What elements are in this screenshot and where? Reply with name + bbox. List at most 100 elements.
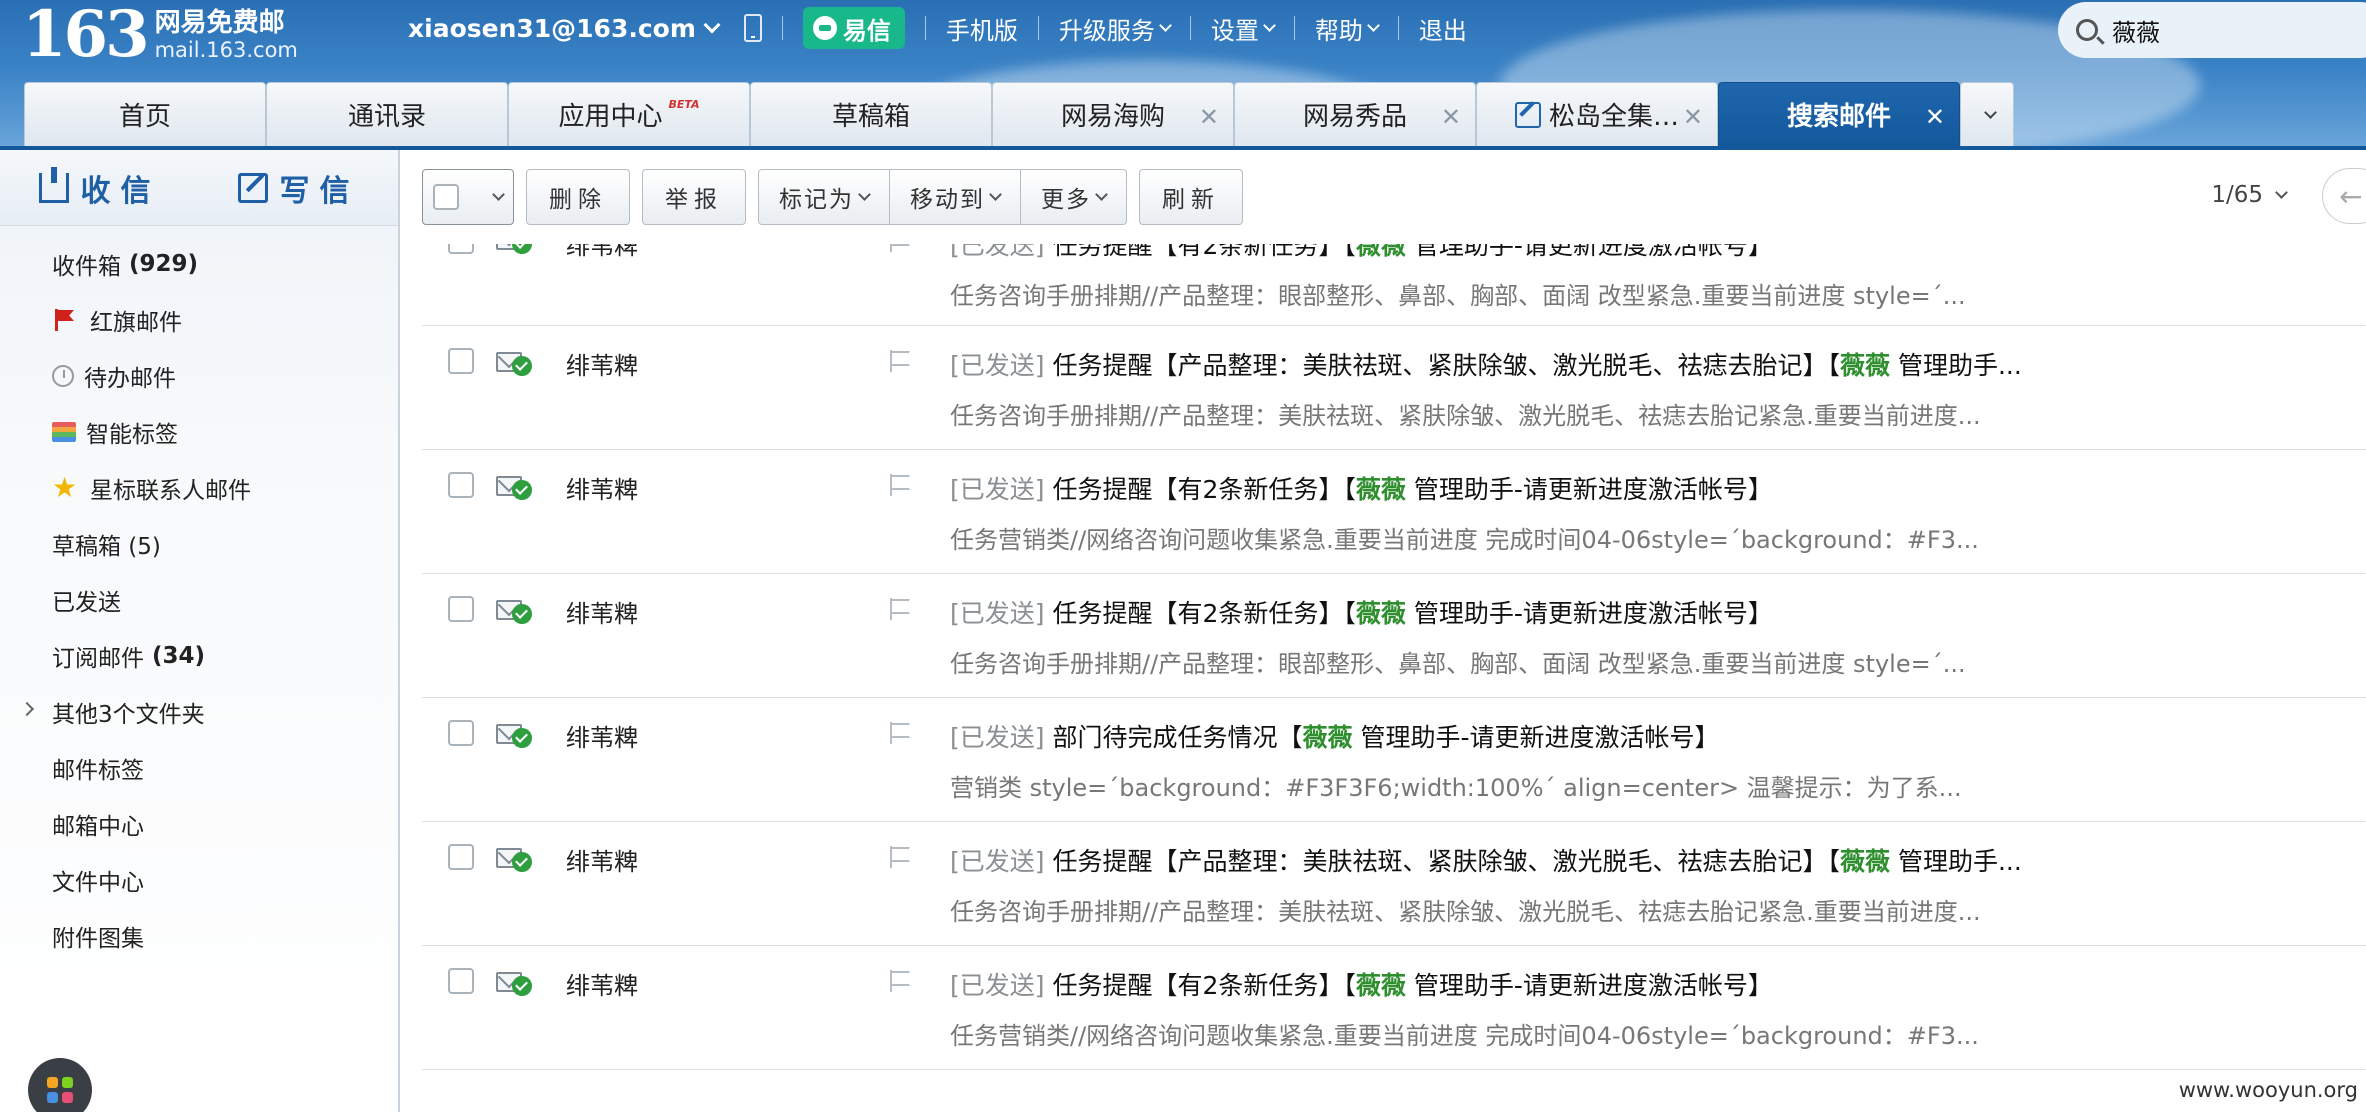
close-icon[interactable]: ✕: [1683, 103, 1703, 131]
keyword-highlight: 薇薇: [1355, 599, 1406, 628]
red-flag-icon: [52, 306, 80, 334]
folder-attachments[interactable]: 附件图集: [0, 908, 398, 964]
folder-others[interactable]: 其他3个文件夹: [0, 684, 398, 740]
subject-text: 管理助手...: [1890, 847, 2022, 876]
mail-sender: 绯苇粺: [566, 972, 638, 1000]
flag-icon[interactable]: [888, 846, 910, 868]
refresh-button[interactable]: 刷新: [1139, 169, 1243, 225]
chevron-right-icon[interactable]: [19, 701, 35, 717]
back-arrow-button[interactable]: ←: [2322, 168, 2366, 224]
close-icon[interactable]: ✕: [1925, 103, 1945, 131]
mail-summary: 营销类 style=ˊbackground：#F3F3F6;width:100%…: [950, 774, 1962, 802]
user-email[interactable]: xiaosen31@163.com: [408, 14, 696, 43]
yixin-button[interactable]: 易信: [802, 7, 905, 49]
app-launcher-button[interactable]: [28, 1058, 92, 1112]
folder-red-flag[interactable]: 红旗邮件: [0, 292, 398, 348]
folder-drafts[interactable]: 草稿箱 (5): [0, 516, 398, 572]
folder-label: 星标联系人邮件: [90, 478, 251, 504]
mail-checkbox[interactable]: [448, 348, 474, 374]
move-to-dropdown[interactable]: 移动到: [890, 169, 1021, 225]
close-icon[interactable]: ✕: [1441, 103, 1461, 131]
select-all-dropdown[interactable]: [422, 169, 514, 225]
receive-button[interactable]: 收信: [0, 150, 199, 225]
mail-row[interactable]: 绯苇粺 [已发送] 部门待完成任务情况【薇薇 管理助手-请更新进度激活帐号】 营…: [422, 698, 2366, 822]
tab-contacts[interactable]: 通讯录: [266, 82, 508, 146]
mail-subject[interactable]: [已发送] 任务提醒【产品整理：美肤祛斑、紧肤除皱、激光脱毛、祛痣去胎记】【薇薇…: [950, 346, 2160, 382]
mail-checkbox[interactable]: [448, 596, 474, 622]
mail-row[interactable]: 绯苇粺 [已发送] 任务提醒【有2条新任务】【薇薇 管理助手-请更新进度激活帐号…: [422, 574, 2366, 698]
folder-inbox[interactable]: 收件箱 (929): [0, 236, 398, 292]
select-all-checkbox[interactable]: [433, 184, 459, 210]
folder-mail-tags[interactable]: 邮件标签: [0, 740, 398, 796]
tab-home[interactable]: 首页: [24, 82, 266, 146]
upgrade-link[interactable]: 升级服务: [1059, 11, 1172, 46]
flag-icon[interactable]: [888, 598, 910, 620]
mail-checkbox[interactable]: [448, 968, 474, 994]
folder-star-contacts[interactable]: ★ 星标联系人邮件: [0, 460, 398, 516]
mail-row[interactable]: 绯苇粺 [已发送] 任务提醒【有2条新任务】【薇薇 管理助手-请更新进度激活帐号…: [422, 244, 2366, 326]
divider: [1189, 16, 1191, 40]
delete-button[interactable]: 删除: [526, 169, 630, 225]
mail-row[interactable]: 绯苇粺 [已发送] 任务提醒【有2条新任务】【薇薇 管理助手-请更新进度激活帐号…: [422, 450, 2366, 574]
mark-as-label: 标记为: [779, 187, 854, 213]
flag-icon[interactable]: [888, 474, 910, 496]
more-dropdown[interactable]: 更多: [1021, 169, 1127, 225]
download-icon: [38, 166, 69, 203]
mail-subject[interactable]: [已发送] 任务提醒【产品整理：美肤祛斑、紧肤除皱、激光脱毛、祛痣去胎记】【薇薇…: [950, 842, 2160, 878]
chevron-down-icon[interactable]: [703, 16, 721, 34]
mail-list: 绯苇粺 [已发送] 任务提醒【有2条新任务】【薇薇 管理助手-请更新进度激活帐号…: [422, 244, 2366, 1112]
settings-link[interactable]: 设置: [1211, 11, 1276, 46]
mail-summary: 任务咨询手册排期//产品整理：美肤祛斑、紧肤除皱、激光脱毛、祛痣去胎记紧急.重要…: [950, 402, 1981, 430]
search-input[interactable]: [2112, 16, 2332, 44]
mark-as-dropdown[interactable]: 标记为: [758, 169, 890, 225]
tab-netease-haigou[interactable]: 网易海购 ✕: [992, 82, 1234, 146]
compose-bar: 收信 写信: [0, 150, 398, 226]
folder-sent[interactable]: 已发送: [0, 572, 398, 628]
mail-subject[interactable]: [已发送] 任务提醒【有2条新任务】【薇薇 管理助手-请更新进度激活帐号】: [950, 470, 2160, 506]
tab-label: 通讯录: [347, 102, 426, 132]
folder-mailbox-center[interactable]: 邮箱中心: [0, 796, 398, 852]
mail-row[interactable]: 绯苇粺 [已发送] 任务提醒【产品整理：美肤祛斑、紧肤除皱、激光脱毛、祛痣去胎记…: [422, 822, 2366, 946]
mail-checkbox[interactable]: [448, 720, 474, 746]
flag-icon[interactable]: [888, 970, 910, 992]
folder-subscribe[interactable]: 订阅邮件 (34): [0, 628, 398, 684]
search-box[interactable]: [2058, 2, 2366, 58]
folder-label: 智能标签: [86, 422, 178, 448]
write-button[interactable]: 写信: [199, 150, 398, 225]
mail-row[interactable]: 绯苇粺 [已发送] 任务提醒【产品整理：美肤祛斑、紧肤除皱、激光脱毛、祛痣去胎记…: [422, 326, 2366, 450]
mail-row[interactable]: 绯苇粺 [已发送] 任务提醒【有2条新任务】【薇薇 管理助手-请更新进度激活帐号…: [422, 946, 2366, 1070]
mail-subject[interactable]: [已发送] 任务提醒【有2条新任务】【薇薇 管理助手-请更新进度激活帐号】: [950, 594, 2160, 630]
tab-drafts[interactable]: 草稿箱: [750, 82, 992, 146]
page-indicator[interactable]: 1/65: [2211, 182, 2288, 208]
subject-text: 任务提醒【有2条新任务】【: [1052, 475, 1356, 504]
tab-search-mail[interactable]: 搜索邮件 ✕: [1718, 82, 1960, 146]
tab-more-button[interactable]: [1960, 82, 2014, 146]
folder-file-center[interactable]: 文件中心: [0, 852, 398, 908]
mail-subject[interactable]: [已发送] 任务提醒【有2条新任务】【薇薇 管理助手-请更新进度激活帐号】: [950, 966, 2160, 1002]
mail-logo[interactable]: 163 网易免费邮 mail.163.com: [22, 2, 298, 68]
folder-smart-tag[interactable]: 智能标签: [0, 404, 398, 460]
tab-app-center[interactable]: 应用中心 BETA: [508, 82, 750, 146]
mail-subject[interactable]: [已发送] 部门待完成任务情况【薇薇 管理助手-请更新进度激活帐号】: [950, 718, 2160, 754]
folder-label: 待办邮件: [84, 366, 176, 392]
sent-status: [496, 722, 534, 748]
folder-todo[interactable]: 待办邮件: [0, 348, 398, 404]
check-icon: [512, 244, 532, 254]
mail-subject[interactable]: [已发送] 任务提醒【有2条新任务】【薇薇 管理助手-请更新进度激活帐号】: [950, 244, 2160, 262]
tab-label: 草稿箱: [831, 102, 910, 132]
logout-link[interactable]: 退出: [1419, 11, 1467, 46]
flag-icon[interactable]: [888, 350, 910, 372]
help-link[interactable]: 帮助: [1315, 11, 1380, 46]
tab-compose-draft[interactable]: 松岛全集… ✕: [1476, 82, 1718, 146]
search-icon[interactable]: [2076, 19, 2098, 41]
flag-icon[interactable]: [888, 722, 910, 744]
flag-icon[interactable]: [888, 244, 910, 252]
report-button[interactable]: 举报: [642, 169, 746, 225]
mail-checkbox[interactable]: [448, 472, 474, 498]
mail-checkbox[interactable]: [448, 844, 474, 870]
tab-netease-xiupin[interactable]: 网易秀品 ✕: [1234, 82, 1476, 146]
mail-checkbox[interactable]: [448, 244, 474, 254]
mobile-link[interactable]: 手机版: [946, 11, 1018, 46]
close-icon[interactable]: ✕: [1199, 103, 1219, 131]
phone-icon[interactable]: [743, 14, 762, 42]
